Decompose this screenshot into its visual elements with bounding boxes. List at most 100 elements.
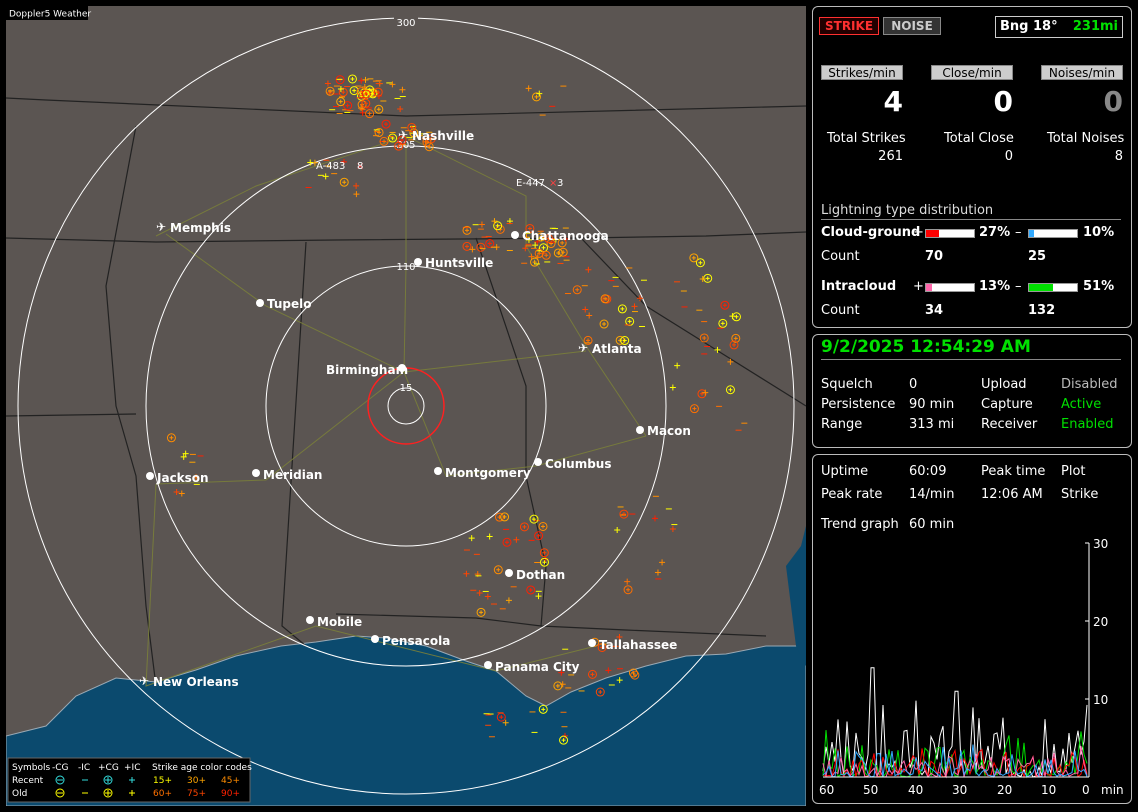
range-label-110: 110 [396,262,415,273]
trend-panel: Uptime 60:09 Peak time Plot Peak rate 14… [812,454,1132,804]
squelch-value: 0 [909,377,918,392]
distribution-divider [821,219,1121,220]
storm-marker-e447[interactable]: E-447 × 3 [516,178,563,189]
trend-graph-label: Trend graph [821,517,899,532]
trend-x-tick-10: 10 [1041,783,1056,797]
city-tallahassee[interactable]: Tallahassee [588,638,677,652]
svg-text:✈: ✈ [578,341,588,355]
legend-recent-label: Recent [12,776,44,786]
capture-label: Capture [981,397,1033,412]
city-pensacola[interactable]: Pensacola [371,634,450,648]
trend-graph-value: 60 min [909,517,955,532]
storm-marker-name: E-447 [516,178,545,189]
legend-age-60: 60+ [153,789,172,799]
city-label: Huntsville [425,256,493,270]
strikes-per-min-button[interactable]: Strikes/min [821,65,903,80]
cg-plus-sign: + [913,225,924,240]
persistence-label: Persistence [821,397,896,412]
legend-age-30: 30+ [187,776,206,786]
date-time: 9/2/2025 12:54:29 AM [821,337,1031,357]
legend-old-label: Old [12,789,27,799]
ic-positive-pct: 13% [979,279,1011,294]
range-label: Range [821,417,863,432]
trend-graph: 30 20 10 60 50 40 30 20 10 0 min [819,539,1124,797]
total-close-label: Total Close [944,131,1014,146]
distribution-title: Lightning type distribution [821,203,994,218]
city-columbus[interactable]: Columbus [534,457,612,471]
noise-indicator[interactable]: NOISE [883,17,941,35]
total-noises-value: 8 [1114,149,1123,164]
trend-x-tick-50: 50 [863,783,878,797]
peak-time-label: Peak time [981,464,1046,479]
persistence-value: 90 min [909,397,955,412]
trend-series [822,667,1088,779]
legend-age-45: 45+ [221,776,240,786]
cg-count-label: Count [821,249,860,264]
svg-text:✈: ✈ [156,220,166,234]
svg-text:✈: ✈ [398,128,408,142]
legend-age-title: Strike age color codes [152,763,252,773]
cg-positive-count: 70 [925,249,944,264]
trend-y-tick-10: 10 [1093,693,1108,707]
city-label: Chattanooga [522,229,609,243]
city-panama-city[interactable]: Panama City [484,660,580,674]
city-atlanta[interactable]: ✈ Atlanta [578,341,642,356]
capture-value: Active [1061,397,1102,412]
range-label-300: 300 [396,18,415,29]
plot-label: Plot [1061,464,1086,479]
close-per-min-value: 0 [993,85,1013,118]
city-montgomery[interactable]: Montgomery [434,466,531,480]
city-label: Pensacola [382,634,450,648]
legend-age-15: 15+ [153,776,172,786]
lightning-map[interactable]: 300 205 110 15 ✈ Nashville ✈ Memphis Chatt… [6,6,806,806]
noises-per-min-button[interactable]: Noises/min [1041,65,1123,80]
peak-rate-value: 14/min [909,487,955,502]
upload-label: Upload [981,377,1027,392]
close-per-min-button[interactable]: Close/min [931,65,1013,80]
receiver-label: Receiver [981,417,1038,432]
storm-marker-a483[interactable]: A-483 ×8 [316,161,364,172]
legend-symbols-label: Symbols [12,763,51,773]
strike-stats-panel: STRIKE NOISE Bng 18° 231mi Strikes/min C… [812,6,1132,328]
legend-age-75: 75+ [187,789,206,799]
squelch-label: Squelch [821,377,873,392]
total-strikes-value: 261 [878,149,903,164]
trend-x-tick-20: 20 [997,783,1012,797]
city-label: New Orleans [153,675,239,689]
trend-y-tick-20: 20 [1093,615,1108,629]
ic-negative-count: 132 [1028,303,1056,318]
symbol-legend: Symbols -CG -IC +CG +IC Strike age color… [7,757,252,803]
total-strikes-label: Total Strikes [827,131,906,146]
range-value: 313 mi [909,417,955,432]
legend-col-nic: -IC [78,763,90,773]
distance-value: 231mi [1072,19,1118,34]
legend-col-pic: +IC [124,763,140,773]
noises-per-min-value: 0 [1103,85,1123,118]
city-meridian[interactable]: Meridian [252,468,322,482]
system-info-panel: 9/2/2025 12:54:29 AM Squelch 0 Upload Di… [812,334,1132,448]
city-label: Memphis [170,221,231,235]
city-label: Panama City [495,660,580,674]
ic-positive-count: 34 [925,303,944,318]
city-birmingham[interactable]: Birmingham [326,363,408,377]
storm-marker-count: 8 [357,161,363,172]
city-label: Tupelo [267,297,312,311]
cg-negative-bar [1028,229,1078,238]
trend-x-tick-0: 0 [1082,783,1090,797]
strike-indicator[interactable]: STRIKE [819,17,879,35]
city-new-orleans[interactable]: ✈ New Orleans [139,674,239,689]
city-huntsville[interactable]: Huntsville [414,256,493,270]
bearing-box: Bng 18° 231mi [995,16,1123,38]
plot-value[interactable]: Strike [1061,487,1098,502]
cg-negative-pct: 10% [1083,225,1115,240]
city-label: Dothan [516,568,565,582]
city-label: Jackson [156,471,209,485]
cg-positive-pct: 27% [979,225,1011,240]
city-label: Columbus [545,457,612,471]
cg-positive-bar [925,229,975,238]
upload-value: Disabled [1061,377,1118,392]
city-chattanooga[interactable]: Chattanooga [511,229,609,243]
peak-time-value: 12:06 AM [981,487,1043,502]
total-noises-label: Total Noises [1047,131,1125,146]
trend-x-unit: min [1101,783,1124,797]
